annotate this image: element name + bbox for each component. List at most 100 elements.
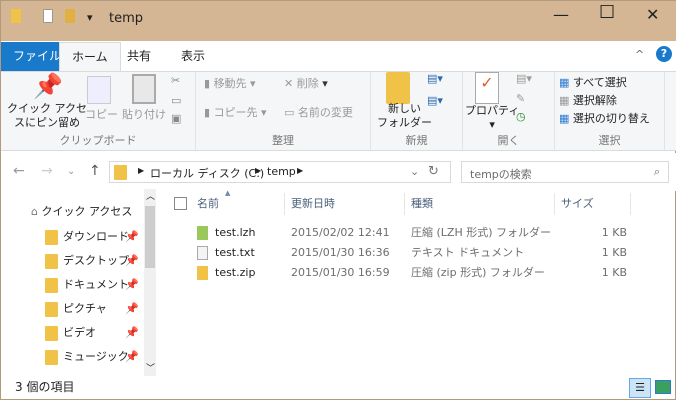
pin-icon[interactable]: 📌 [125,278,139,291]
new-folder-button[interactable]: 新しい フォルダー [377,102,432,130]
new-folder-icon[interactable] [65,9,75,23]
cut-icon[interactable]: ✂ [171,74,180,87]
pin-icon[interactable]: 📌 [125,302,139,315]
select-all-button[interactable]: ▦ すべて選択 [559,74,627,90]
details-view-button[interactable]: ☰ [629,378,651,398]
nav-item-documents[interactable]: ドキュメント [45,276,129,296]
column-name[interactable]: 名前 [191,193,285,215]
pictures-icon [45,301,58,317]
chevron-right-icon[interactable]: ▶ [297,166,303,175]
nav-item-videos[interactable]: ビデオ [45,324,96,344]
move-to-button[interactable]: ▮ 移動先 ▾ [204,75,256,91]
delete-button[interactable]: ✕ 削除 ▾ [284,75,328,91]
invert-selection-button[interactable]: ▦ 選択の切り替え [559,110,650,126]
copy-button[interactable]: コピー [85,108,118,122]
breadcrumb-local-disk[interactable]: ローカル ディスク (C:) [150,165,264,181]
music-icon [45,349,58,365]
chevron-right-icon[interactable]: ▶ [138,166,144,175]
file-type: 圧縮 (LZH 形式) フォルダー [411,226,552,239]
forward-button[interactable]: → [41,163,53,179]
address-bar[interactable]: ▶ ローカル ディスク (C:) ▶ temp ▶ ⌄ ↻ [109,161,451,183]
nav-scrollbar[interactable]: ︿ ﹀ [144,189,156,376]
move-to-label: 移動先 [213,77,247,90]
nav-item-desktop[interactable]: デスクトップ [45,252,129,272]
minimize-button[interactable]: — [553,5,569,24]
history-icon[interactable]: ◷ [516,110,526,123]
pin-quick-access-button[interactable]: クイック アクセ スにピン留め [7,102,87,130]
select-none-label: 選択解除 [572,94,617,107]
address-dropdown-icon[interactable]: ⌄ [410,165,419,178]
lzh-archive-icon [197,226,208,240]
large-icons-view-button[interactable] [655,380,671,394]
folder-icon [11,9,21,23]
select-none-button[interactable]: ▦ 選択解除 [559,92,617,108]
file-row[interactable]: test.txt 2015/01/30 16:36 テキスト ドキュメント 1 KB [191,243,631,263]
tab-home[interactable]: ホーム [59,42,121,72]
column-date[interactable]: 更新日時 [285,193,405,215]
nav-label: ドキュメント [63,278,129,291]
rename-button[interactable]: ▭ 名前の変更 [284,104,353,120]
pin-icon[interactable]: 📌 [125,254,139,267]
breadcrumb-temp[interactable]: temp [267,165,296,178]
collapse-ribbon-icon[interactable]: ^ [635,48,644,61]
copy-path-icon[interactable]: ▭ [171,94,181,107]
file-row[interactable]: test.zip 2015/01/30 16:59 圧縮 (zip 形式) フォルダ… [191,263,631,283]
nav-item-music[interactable]: ミュージック [45,348,129,368]
tab-view[interactable]: 表示 [169,42,217,71]
column-type[interactable]: 種類 [405,193,555,215]
nav-label: ダウンロード [63,230,129,243]
scroll-up-icon[interactable]: ︿ [146,189,155,202]
nav-label: デスクトップ [63,254,129,267]
back-button[interactable]: ← [13,163,25,179]
open-icon[interactable]: ▤▾ [516,72,532,85]
downloads-icon [45,229,58,245]
new-group: 新しい フォルダー ▤▾ ▤▾ 新規 [371,72,463,150]
file-date: 2015/01/30 16:59 [291,266,390,279]
tab-share[interactable]: 共有 [115,42,163,71]
properties-button[interactable]: プロパティ ▾ [465,104,519,132]
new-item-icon[interactable]: ▤▾ [427,72,443,85]
file-type: 圧縮 (zip 形式) フォルダー [411,266,545,279]
search-input[interactable]: tempの検索 ⌕ [461,161,669,183]
scrollbar-thumb[interactable] [145,206,155,268]
paste-shortcut-icon[interactable]: ▣ [171,112,181,125]
invert-selection-label: 選択の切り替え [572,112,650,125]
nav-item-pictures[interactable]: ピクチャ [45,300,107,320]
file-size: 1 KB [601,266,627,279]
refresh-icon[interactable]: ↻ [428,164,439,179]
select-all-label: すべて選択 [572,76,627,89]
recent-locations-button[interactable]: ⌄ [67,166,75,177]
copy-icon [87,76,111,104]
paste-button[interactable]: 貼り付け [122,108,166,122]
open-group: ✓ プロパティ ▾ ▤▾ ✎ ◷ 開く [463,72,555,150]
edit-icon[interactable]: ✎ [516,92,525,105]
pin-icon[interactable]: 📌 [125,326,139,339]
close-button[interactable]: ✕ [646,5,659,24]
help-icon[interactable]: ? [656,46,672,62]
select-all-checkbox[interactable] [174,197,187,210]
ribbon-tabs: ファイル ホーム 共有 表示 ^ ? [1,41,676,72]
chevron-right-icon[interactable]: ▶ [255,166,261,175]
pin-icon[interactable]: 📌 [125,350,139,363]
nav-label: ピクチャ [63,302,107,315]
open-group-label: 開く [497,134,520,147]
search-placeholder: tempの検索 [470,168,532,181]
up-button[interactable]: ↑ [89,163,101,179]
copy-to-button[interactable]: ▮ コピー先 ▾ [204,104,267,120]
nav-item-downloads[interactable]: ダウンロード [45,228,129,248]
pin-icon[interactable]: 📌 [125,230,139,243]
nav-quick-access[interactable]: ⌂ クイック アクセス [31,203,132,223]
easy-access-icon[interactable]: ▤▾ [427,94,443,107]
customize-qat-icon[interactable]: ▾ [87,11,93,24]
file-size: 1 KB [601,246,627,259]
maximize-button[interactable]: ☐ [599,2,615,23]
scroll-down-icon[interactable]: ﹀ [146,361,155,374]
folder-icon [114,165,127,180]
file-row[interactable]: test.lzh 2015/02/02 12:41 圧縮 (LZH 形式) フォルダ… [191,223,631,243]
text-file-icon [197,246,208,260]
search-icon: ⌕ [653,165,660,178]
file-name: test.txt [215,246,255,259]
file-date: 2015/01/30 16:36 [291,246,390,259]
column-size[interactable]: サイズ [555,193,631,215]
properties-icon[interactable] [43,9,53,23]
